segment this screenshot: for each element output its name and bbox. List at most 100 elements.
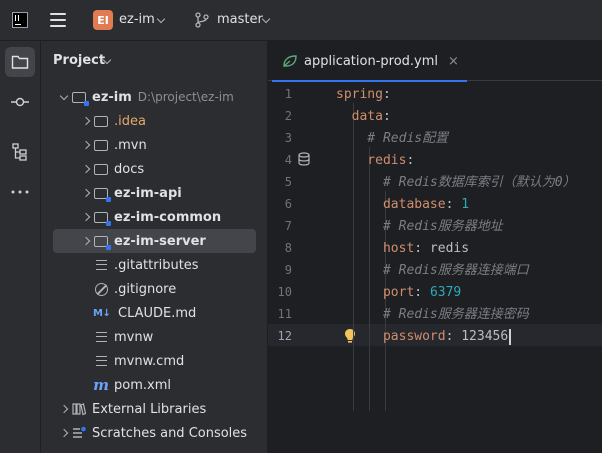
spring-yaml-file-icon	[283, 55, 297, 67]
code-line: redis:	[336, 150, 414, 172]
scratches-icon	[71, 425, 87, 441]
structure-tool-button[interactable]	[5, 137, 35, 167]
tree-item-claude-md[interactable]: M↓ CLAUDE.md	[53, 301, 256, 325]
line-number: 1	[284, 87, 292, 101]
tree-item-docs[interactable]: docs	[53, 157, 256, 181]
chevron-right-icon[interactable]	[57, 404, 71, 414]
folder-module-icon	[93, 209, 111, 226]
tree-item-idea[interactable]: .idea	[53, 109, 256, 133]
code-line: data:	[336, 106, 391, 128]
code-line: # Redis配置	[336, 128, 448, 150]
yaml-text: :	[406, 153, 415, 168]
yaml-key: database	[336, 197, 446, 212]
tree-item-ez-im-api[interactable]: ez-im-api	[53, 181, 256, 205]
line-number: 3	[284, 131, 292, 145]
tree-item-ez-im-server[interactable]: ez-im-server	[53, 229, 256, 253]
tab-application-prod-yml[interactable]: application-prod.yml ×	[272, 41, 467, 82]
chevron-right-icon[interactable]	[79, 188, 93, 198]
folder-icon	[93, 161, 109, 177]
line-number: 2	[284, 109, 292, 123]
code-editor[interactable]: spring: data: # Redis配置 redis: # Redis数据…	[336, 81, 602, 453]
code-line: host: redis	[336, 238, 469, 260]
tree-item-label: .gitignore	[114, 281, 177, 297]
tree-item-mvnw[interactable]: mvnw	[53, 325, 256, 349]
line-number: 9	[284, 263, 292, 277]
project-panel: Project ez-im D:\project\ez-im .idea .mvn do…	[41, 41, 268, 453]
code-line: password: 123456	[336, 326, 511, 348]
yaml-text: :	[445, 197, 462, 212]
database-gutter-icon[interactable]	[298, 152, 310, 166]
yaml-key: password	[336, 329, 446, 344]
yaml-number: 6379	[429, 285, 462, 300]
yaml-comment: # Redis服务器连接密码	[336, 307, 529, 322]
line-number-gutter[interactable]: 1 2 3 4 5 6 7 8 9 10 11 12	[268, 81, 334, 453]
tree-item-label: .idea	[114, 113, 146, 129]
line-number: 5	[284, 175, 292, 189]
yaml-number: 1	[461, 197, 470, 212]
code-line: # Redis数据库索引（默认为0）	[336, 172, 576, 194]
tree-item-label: ez-im-common	[114, 209, 222, 225]
chevron-right-icon[interactable]	[79, 236, 93, 246]
line-number: 10	[277, 285, 292, 299]
tree-item-ez-im-common[interactable]: ez-im-common	[53, 205, 256, 229]
tree-item-scratches-and-consoles[interactable]: Scratches and Consoles	[53, 421, 256, 445]
git-branch-icon[interactable]	[195, 12, 209, 28]
line-number: 4	[284, 153, 292, 167]
code-line: # Redis服务器连接密码	[336, 304, 529, 326]
chevron-down-icon[interactable]	[57, 91, 71, 100]
editor-tab-bar: application-prod.yml ×	[268, 41, 602, 82]
markdown-file-icon: M↓	[93, 307, 111, 319]
chevron-right-icon[interactable]	[79, 140, 93, 150]
editor-area: application-prod.yml × 1 2 3 4 5 6 7 8 9 10 11 12 s…	[268, 41, 602, 453]
ignore-file-icon	[93, 281, 109, 297]
chevron-right-icon[interactable]	[79, 116, 93, 126]
tree-item-label: ez-im-api	[114, 185, 182, 201]
tree-item-ez-im[interactable]: ez-im D:\project\ez-im	[53, 85, 256, 109]
folder-icon	[93, 137, 109, 153]
tree-item-mvn[interactable]: .mvn	[53, 133, 256, 157]
project-tool-button[interactable]	[5, 47, 35, 77]
tree-item-label: .gitattributes	[114, 257, 199, 273]
more-dots-icon	[11, 190, 29, 194]
panel-title[interactable]: Project	[53, 53, 105, 68]
chevron-right-icon[interactable]	[79, 212, 93, 222]
tree-item-mvnw-cmd[interactable]: mvnw.cmd	[53, 349, 256, 373]
main-menu-icon[interactable]	[50, 13, 66, 27]
project-chevron-down-icon[interactable]	[156, 14, 166, 24]
tree-item-label: mvnw.cmd	[114, 353, 185, 369]
tree-item-gitattributes[interactable]: .gitattributes	[53, 253, 256, 277]
tab-close-icon[interactable]: ×	[448, 54, 459, 69]
text-file-icon	[93, 329, 109, 345]
folder-module-icon	[71, 89, 89, 106]
tree-item-pom-xml[interactable]: m pom.xml	[53, 373, 256, 397]
chevron-right-icon[interactable]	[57, 428, 71, 438]
more-tools-button[interactable]	[5, 177, 35, 207]
structure-icon	[12, 143, 27, 161]
yaml-text: : redis	[414, 241, 470, 256]
libraries-icon	[71, 401, 87, 417]
commit-tool-button[interactable]	[5, 87, 35, 117]
yaml-key: host	[336, 241, 415, 256]
line-number: 7	[284, 219, 292, 233]
yaml-text: : 123456	[445, 329, 509, 344]
tree-item-external-libraries[interactable]: External Libraries	[53, 397, 256, 421]
yaml-text: :	[382, 87, 391, 102]
project-path: D:\project\ez-im	[137, 90, 234, 104]
tree-item-label: Scratches and Consoles	[92, 425, 248, 441]
branch-chevron-down-icon[interactable]	[261, 14, 271, 24]
text-file-icon	[93, 353, 109, 369]
yaml-key: redis	[336, 153, 407, 168]
project-switcher[interactable]: ez-im	[119, 12, 155, 27]
tree-item-gitignore[interactable]: .gitignore	[53, 277, 256, 301]
project-badge[interactable]: EI	[93, 10, 113, 30]
code-line: port: 6379	[336, 282, 461, 304]
commit-icon	[11, 97, 29, 107]
branch-switcher[interactable]: master	[217, 12, 263, 27]
tool-window-bar	[0, 41, 41, 453]
line-number: 12	[277, 329, 292, 343]
tree-item-label: mvnw	[114, 329, 154, 345]
intellij-logo-icon[interactable]	[12, 12, 28, 28]
yaml-comment: # Redis配置	[336, 131, 449, 146]
yaml-key: data	[336, 109, 383, 124]
chevron-right-icon[interactable]	[79, 164, 93, 174]
